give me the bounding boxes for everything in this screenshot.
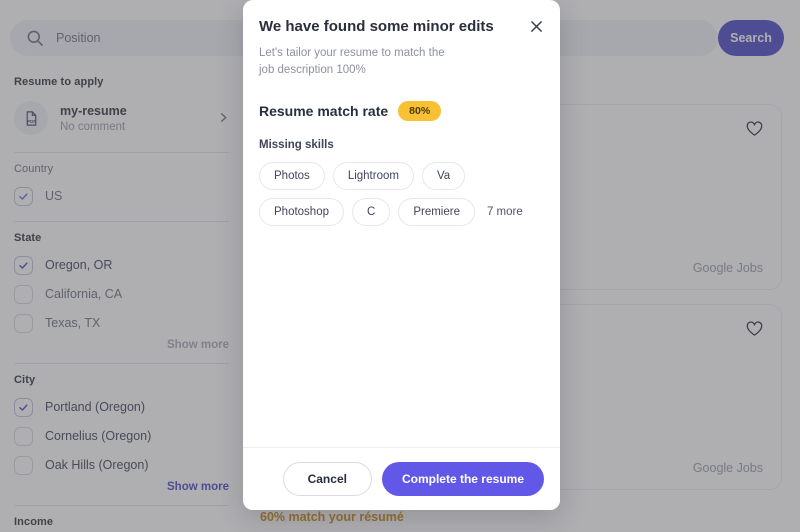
cancel-button[interactable]: Cancel [282,462,372,496]
match-rate-label: Resume match rate [259,103,389,120]
skill-chip[interactable]: Photoshop [259,198,344,227]
app-root: Search All Favorites Resume to apply PDF [0,0,800,532]
skill-chip[interactable]: Va [421,162,466,191]
modal-title: We have found some minor edits [259,18,494,35]
modal-footer: Cancel Complete the resume [243,447,560,510]
modal-body[interactable]: We have found some minor edits Let's tai… [243,0,560,447]
skill-chip[interactable]: C [352,198,391,227]
complete-resume-button[interactable]: Complete the resume [381,462,544,496]
minor-edits-modal: We have found some minor edits Let's tai… [243,0,560,510]
match-rate-row: Resume match rate 80% [259,101,544,122]
missing-skills-label: Missing skills [259,139,334,152]
close-icon[interactable] [526,16,546,36]
skill-chip[interactable]: Photos [259,162,325,191]
missing-skills-chips: Photos Lightroom Va Photoshop C Premiere… [259,162,544,227]
skills-more-link[interactable]: 7 more [483,199,527,225]
skill-chip[interactable]: Premiere [398,198,475,227]
skill-chip[interactable]: Lightroom [332,162,414,191]
modal-subtitle: Let's tailor your resume to match the jo… [259,46,445,76]
match-rate-badge: 80% [398,101,442,122]
